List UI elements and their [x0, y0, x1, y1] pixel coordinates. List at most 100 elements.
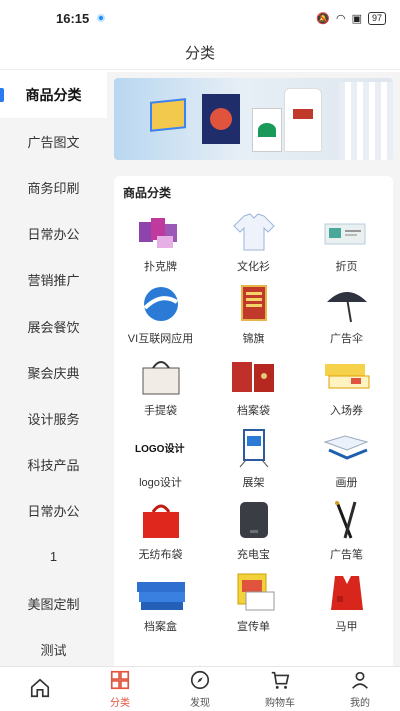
- product-item[interactable]: 锦旗: [207, 282, 300, 354]
- sidebar-item-label: 聚会庆典: [27, 365, 80, 381]
- clock: 16:15: [56, 10, 90, 26]
- sidebar-item[interactable]: 商务印刷: [0, 164, 107, 210]
- power-bank-icon: [226, 498, 282, 542]
- product-item[interactable]: 入场券: [300, 354, 393, 426]
- product-label: 画册: [335, 477, 358, 489]
- sidebar-item[interactable]: 1: [0, 534, 107, 580]
- sidebar-item[interactable]: 聚会庆典: [0, 349, 107, 395]
- svg-text:LOGO设计: LOGO设计: [135, 442, 184, 455]
- product-item[interactable]: 充电宝: [207, 498, 300, 570]
- product-item[interactable]: 文化衫: [207, 210, 300, 282]
- notification-icon: [97, 14, 106, 22]
- sidebar-item[interactable]: 广告图文: [0, 118, 107, 164]
- sidebar-item[interactable]: 日常办公: [0, 488, 107, 534]
- product-item[interactable]: 档案盒: [114, 570, 207, 642]
- product-item[interactable]: 折页: [300, 210, 393, 282]
- product-label: 无纺布袋: [138, 549, 183, 561]
- product-label: 手提袋: [144, 405, 177, 417]
- product-item[interactable]: 档案袋: [207, 354, 300, 426]
- tab-label: 购物车: [265, 698, 295, 709]
- sidebar-item[interactable]: 测试: [0, 626, 107, 666]
- sidebar-item-label: 日常办公: [27, 504, 80, 520]
- shirt-icon: [226, 210, 282, 254]
- product-panel: 商品分类 扑克牌 文化衫 折页 VI互联网应用 锦旗 广告伞手提袋 档案袋 入场券 LOGO设计…: [114, 176, 393, 666]
- product-label: 文化衫: [237, 261, 270, 273]
- sidebar-item-label: 测试: [40, 642, 67, 658]
- product-grid: 扑克牌 文化衫 折页 VI互联网应用 锦旗 广告伞手提袋 档案袋 入场券 LOGO设计 logo设…: [114, 210, 393, 642]
- sidebar-item-label: 1: [49, 549, 58, 565]
- category-sidebar: 商品分类 广告图文 商务印刷 日常办公 营销推广 展会餐饮 聚会庆典 设计服务 科技产品 日常办公…: [0, 72, 107, 666]
- product-item[interactable]: 画册: [300, 426, 393, 498]
- pen-icon: [319, 498, 375, 542]
- sidebar-item[interactable]: 美图定制: [0, 580, 107, 626]
- sidebar-item-label: 商务印刷: [27, 180, 80, 196]
- product-label: 广告笔: [330, 549, 363, 561]
- cart-icon: [269, 669, 291, 694]
- file-box-icon: [133, 570, 189, 614]
- product-label: 宣传单: [237, 621, 270, 633]
- sidebar-item-label: 广告图文: [27, 134, 80, 150]
- product-item[interactable]: 广告笔: [300, 498, 393, 570]
- tab-label: 我的: [350, 698, 370, 709]
- product-item[interactable]: 扑克牌: [114, 210, 207, 282]
- category-icon: [109, 669, 131, 694]
- banner-bag-image: [202, 94, 240, 144]
- banner-bag-small-image: [252, 108, 282, 152]
- sim-icon: ▣: [351, 12, 362, 25]
- product-item[interactable]: 广告伞: [300, 282, 393, 354]
- product-item[interactable]: 手提袋: [114, 354, 207, 426]
- product-item[interactable]: 马甲: [300, 570, 393, 642]
- sidebar-item-label: 营销推广: [27, 273, 80, 289]
- product-label: 折页: [335, 261, 358, 273]
- tote-bag-icon: [133, 354, 189, 398]
- page-title: 分类: [184, 45, 215, 62]
- product-label: logo设计: [139, 477, 182, 489]
- sidebar-item-label: 科技产品: [27, 458, 80, 474]
- playing-cards-icon: [133, 210, 189, 254]
- sidebar-item[interactable]: 展会餐饮: [0, 303, 107, 349]
- promo-banner[interactable]: [114, 78, 393, 160]
- sidebar-item[interactable]: 设计服务: [0, 395, 107, 441]
- sidebar-item[interactable]: 科技产品: [0, 442, 107, 488]
- banner-flag-icon: [226, 282, 282, 326]
- sidebar-item-label: 商品分类: [25, 87, 82, 104]
- sidebar-item-label: 设计服务: [27, 411, 80, 427]
- discover-icon: [189, 669, 211, 694]
- product-label: 锦旗: [242, 333, 265, 345]
- banner-background-image: [339, 82, 393, 160]
- sidebar-item[interactable]: 日常办公: [0, 211, 107, 257]
- ticket-icon: [319, 354, 375, 398]
- tab-item[interactable]: 购物车: [240, 667, 320, 711]
- banner-pouch-image: [284, 88, 322, 152]
- product-item[interactable]: 无纺布袋: [114, 498, 207, 570]
- product-item[interactable]: VI互联网应用: [114, 282, 207, 354]
- section-title: 商品分类: [123, 186, 172, 200]
- nonwoven-bag-icon: [133, 498, 189, 542]
- main-content: 商品分类 扑克牌 文化衫 折页 VI互联网应用 锦旗 广告伞手提袋 档案袋 入场券 LOGO设计…: [107, 72, 400, 666]
- sidebar-item-label: 展会餐饮: [27, 319, 80, 335]
- product-label: 入场券: [330, 405, 363, 417]
- battery-icon: 97: [367, 11, 386, 25]
- sidebar-item[interactable]: 营销推广: [0, 257, 107, 303]
- umbrella-icon: [319, 282, 375, 326]
- file-bag-icon: [226, 354, 282, 398]
- product-label: 档案袋: [237, 405, 270, 417]
- tab-item[interactable]: [0, 667, 80, 711]
- product-item[interactable]: 展架: [207, 426, 300, 498]
- product-item[interactable]: LOGO设计 logo设计: [114, 426, 207, 498]
- tab-item[interactable]: 发现: [160, 667, 240, 711]
- tab-label: 发现: [190, 698, 210, 709]
- tab-item[interactable]: 我的: [320, 667, 400, 711]
- product-label: 档案盒: [144, 621, 177, 633]
- status-icons: 🔕 ◠ ▣ 97: [316, 11, 386, 25]
- product-item[interactable]: 宣传单: [207, 570, 300, 642]
- logo-design-icon: LOGO设计: [133, 426, 189, 470]
- product-label: 广告伞: [330, 333, 363, 345]
- sidebar-item[interactable]: 商品分类: [0, 72, 107, 119]
- wifi-icon: ◠: [335, 12, 346, 25]
- page-header: 分类: [0, 36, 400, 70]
- tab-item[interactable]: 分类: [80, 667, 160, 711]
- home-icon: [29, 677, 51, 702]
- flyer-icon: [226, 570, 282, 614]
- display-stand-icon: [226, 426, 282, 470]
